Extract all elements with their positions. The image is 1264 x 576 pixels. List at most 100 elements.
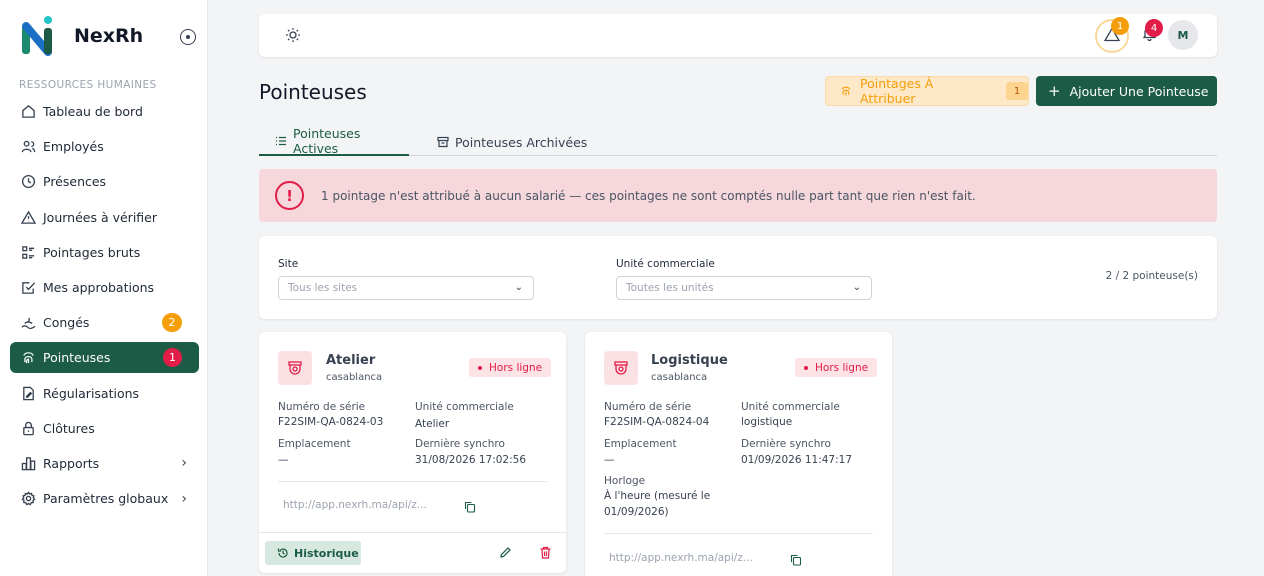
sidebar-item-label: Rapports — [43, 455, 100, 471]
unit-label: Unité commerciale — [741, 401, 840, 413]
assign-punches-label: Pointages À Attribuer — [860, 76, 934, 106]
assign-punches-button[interactable]: Pointages À Attribuer 1 — [825, 76, 1029, 106]
sidebar-item-label: Paramètres globaux — [43, 491, 169, 507]
sidebar-item-label: Mes approbations — [43, 279, 155, 295]
status-dot — [804, 365, 808, 370]
sidebar-item-pointages-bruts[interactable]: Pointages bruts — [10, 237, 199, 268]
status-badge: Hors ligne — [795, 358, 878, 377]
status-badge: Hors ligne — [469, 358, 552, 377]
device-card: Atelier casablanca Hors ligne Numéro de … — [259, 332, 566, 573]
history-icon — [277, 547, 289, 559]
home-icon — [20, 104, 36, 120]
notifications-button[interactable]: 4 — [1136, 19, 1163, 48]
device-name: Logistique — [651, 353, 728, 368]
edit-pencil-icon[interactable] — [498, 545, 512, 559]
add-device-button[interactable]: + Ajouter Une Pointeuse — [1036, 76, 1217, 106]
topbar: 1 4 M — [259, 14, 1217, 57]
sidebar-item-tableau-de-bord[interactable]: Tableau de bord — [10, 96, 199, 127]
sidebar-section-label: RESSOURCES HUMAINES — [19, 79, 157, 91]
unit-value: logistique — [741, 416, 793, 428]
status-label: Hors ligne — [815, 361, 869, 374]
brand-name: NexRh — [74, 25, 144, 47]
tabs: Pointeuses Actives Pointeuses Archivées — [259, 126, 1217, 156]
site-filter-value: Tous les sites — [288, 282, 358, 294]
device-camera-icon — [604, 351, 638, 385]
sidebar-item-label: Journées à vérifier — [43, 209, 158, 225]
location-value: — — [278, 454, 289, 466]
alert-circle-icon: ! — [275, 181, 304, 210]
conges-count-badge: 2 — [162, 313, 182, 333]
sync-label: Dernière synchro — [415, 438, 505, 450]
tab-label: Pointeuses Archivées — [455, 134, 588, 150]
unit-label: Unité commerciale — [415, 401, 514, 413]
chevron-right-icon: › — [181, 490, 187, 507]
sidebar-nav: Tableau de bord Employés Présences Journ… — [10, 96, 199, 518]
serial-value: F22SIM-QA-0824-04 — [604, 416, 710, 428]
sidebar-item-rapports[interactable]: Rapports › — [10, 448, 199, 479]
serial-label: Numéro de série — [604, 401, 692, 413]
copy-icon[interactable] — [464, 498, 476, 513]
sidebar-item-label: Pointeuses — [43, 350, 111, 366]
sidebar: NexRh RESSOURCES HUMAINES Tableau de bor… — [0, 0, 208, 576]
nexrh-logo-icon — [20, 16, 58, 56]
location-value: — — [604, 454, 615, 466]
sidebar-item-mes-approbations[interactable]: Mes approbations — [10, 272, 199, 303]
delete-trash-icon[interactable] — [538, 545, 552, 559]
filters-panel: Site Tous les sites ⌄ Unité commerciale … — [259, 236, 1217, 319]
sidebar-item-label: Présences — [43, 174, 107, 190]
archive-icon — [437, 136, 449, 148]
alerts-button[interactable]: 1 — [1095, 17, 1129, 53]
plus-icon: + — [1048, 82, 1061, 100]
sync-value: 31/08/2026 17:02:56 — [415, 454, 527, 466]
sidebar-item-employes[interactable]: Employés — [10, 131, 199, 162]
site-filter-select[interactable]: Tous les sites ⌄ — [278, 276, 534, 300]
status-label: Hors ligne — [489, 361, 543, 374]
device-url: http://app.nexrh.ma/api/z... — [609, 552, 753, 564]
divider — [278, 481, 547, 482]
card-footer: Historique — [259, 532, 566, 573]
serial-value: F22SIM-QA-0824-03 — [278, 416, 384, 428]
unit-filter-select[interactable]: Toutes les unités ⌄ — [616, 276, 872, 300]
fingerprint-icon — [20, 350, 36, 366]
notifications-count-badge: 4 — [1145, 19, 1163, 37]
brand[interactable]: NexRh — [20, 16, 143, 56]
collapse-sidebar-button[interactable] — [180, 29, 196, 45]
theme-toggle-sun-icon[interactable] — [285, 27, 301, 47]
clock-label: Horloge — [604, 475, 646, 487]
chevron-right-icon: › — [181, 455, 187, 472]
location-label: Emplacement — [278, 438, 351, 450]
unit-value: Atelier — [415, 418, 450, 430]
list-icon — [275, 135, 287, 147]
history-button[interactable]: Historique — [265, 541, 361, 565]
device-url: http://app.nexrh.ma/api/z... — [283, 499, 427, 511]
chevron-down-icon: ⌄ — [852, 282, 861, 293]
device-count: 2 / 2 pointeuse(s) — [1105, 270, 1198, 282]
device-camera-icon — [278, 351, 312, 385]
status-dot — [478, 365, 482, 370]
tab-archived-devices[interactable]: Pointeuses Archivées — [437, 128, 587, 156]
assign-punches-count: 1 — [1006, 82, 1028, 100]
sidebar-item-regularisations[interactable]: Régularisations — [10, 378, 199, 409]
copy-icon[interactable] — [790, 551, 802, 566]
sidebar-item-label: Pointages bruts — [43, 244, 141, 260]
user-avatar[interactable]: M — [1168, 20, 1198, 50]
device-name: Atelier — [326, 353, 376, 368]
warning-icon — [20, 209, 36, 225]
sidebar-item-pointeuses[interactable]: Pointeuses 1 — [10, 342, 199, 374]
alerts-count-badge: 1 — [1111, 17, 1129, 35]
unassigned-punches-alert: ! 1 pointage n'est attribué à aucun sala… — [259, 169, 1217, 222]
device-site: casablanca — [651, 372, 708, 383]
tab-active-devices[interactable]: Pointeuses Actives — [259, 126, 409, 156]
sync-value: 01/09/2026 11:47:17 — [741, 454, 853, 466]
site-filter-label: Site — [278, 258, 299, 270]
sidebar-item-parametres-globaux[interactable]: Paramètres globaux › — [10, 483, 199, 514]
page-title: Pointeuses — [259, 80, 367, 104]
device-site: casablanca — [326, 372, 383, 383]
sidebar-item-clotures[interactable]: Clôtures — [10, 413, 199, 444]
sidebar-item-presences[interactable]: Présences — [10, 166, 199, 197]
sync-label: Dernière synchro — [741, 438, 831, 450]
history-label: Historique — [294, 546, 359, 560]
sidebar-item-journees-a-verifier[interactable]: Journées à vérifier — [10, 202, 199, 233]
clock-value-line1: À l'heure (mesuré le — [604, 490, 711, 502]
sidebar-item-conges[interactable]: Congés 2 — [10, 307, 199, 338]
